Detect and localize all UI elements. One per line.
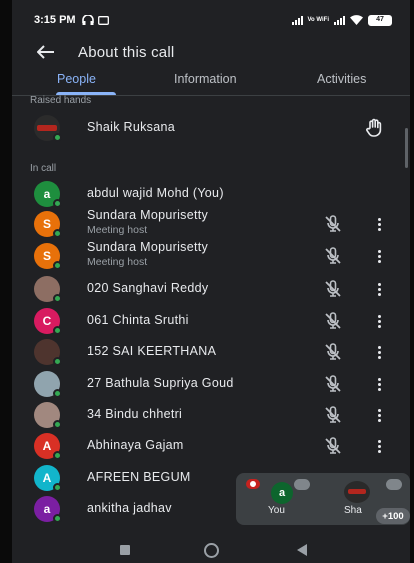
participant-count-badge: +100 [376,508,410,524]
device-frame-left [0,0,12,563]
participant-name: 061 Chinta Sruthi [87,313,189,327]
pip-other-label: Sha [344,505,362,516]
participant-name: ankitha jadhav [87,501,172,515]
more-options-icon[interactable] [372,278,386,300]
recording-icon [246,479,260,489]
participant-row[interactable]: A Abhinaya Gajam [12,430,414,460]
arrow-back-icon [37,45,54,59]
signal-icon-2 [334,15,345,25]
participant-row[interactable]: C 061 Chinta Sruthi [12,305,414,335]
participant-role: Meeting host [87,256,148,268]
tab-people[interactable]: People [57,72,96,86]
mic-off-icon [322,213,344,235]
mic-off-icon [322,310,344,332]
signal-icon [291,15,303,25]
cast-icon [97,15,109,25]
device-frame-right [410,0,414,563]
more-options-icon[interactable] [372,245,386,267]
participant-row[interactable]: a abdul wajid Mohd (You) [12,178,414,208]
home-button[interactable] [204,543,219,558]
mic-off-icon [322,373,344,395]
page-title: About this call [78,43,175,61]
picture-in-picture-preview[interactable]: a You Sha +100 [236,473,410,525]
more-options-icon[interactable] [372,435,386,457]
participant-name: Sundara Mopurisetty [87,208,209,222]
mic-off-icon [322,245,344,267]
participant-name: Sundara Mopurisetty [87,240,209,254]
more-options-icon[interactable] [372,310,386,332]
avatar [34,339,62,366]
avatar [34,115,62,142]
participant-role: Meeting host [87,224,148,236]
mic-off-icon [294,479,310,490]
call-details-screen: 3:15 PM Vo WiFi 47 About this call Peopl… [12,0,414,563]
avatar: A [34,465,62,492]
avatar: a [34,181,62,208]
avatar: S [34,243,62,270]
navigation-bar [12,537,414,563]
in-call-heading: In call [30,163,57,174]
participant-name: AFREEN BEGUM [87,470,191,484]
participant-row[interactable]: S Sundara Mopurisetty Meeting host [12,240,414,270]
participant-name: 27 Bathula Supriya Goud [87,376,234,390]
avatar [34,276,62,303]
avatar [34,371,62,398]
avatar: S [34,211,62,238]
raised-hands-heading: Raised hands [30,95,92,106]
battery-icon: 47 [368,14,392,26]
participant-row[interactable]: S Sundara Mopurisetty Meeting host [12,208,414,238]
headphones-icon [81,15,94,25]
participant-name: abdul wajid Mohd (You) [87,186,224,200]
more-options-icon[interactable] [372,404,386,426]
raised-hand-icon [366,118,382,137]
tab-bar: People Information Activities [12,66,414,96]
scrollbar[interactable] [405,128,408,168]
more-options-icon[interactable] [372,213,386,235]
more-options-icon[interactable] [372,341,386,363]
tab-activities[interactable]: Activities [317,72,366,86]
participant-name: 152 SAI KEERTHANA [87,344,217,358]
status-time: 3:15 PM [34,14,76,26]
participant-row[interactable]: 27 Bathula Supriya Goud [12,368,414,398]
avatar: a [34,496,62,523]
tab-information[interactable]: Information [174,72,237,86]
more-options-icon[interactable] [372,373,386,395]
participant-name: Abhinaya Gajam [87,438,184,452]
mic-off-icon [322,404,344,426]
raised-hand-row[interactable]: Shaik Ruksana [12,113,414,143]
avatar: a [271,482,293,504]
volte-label: Vo WiFi [307,17,330,23]
mic-off-icon [386,479,402,490]
participant-name: 34 Bindu chhetri [87,407,183,421]
participant-row[interactable]: 020 Sanghavi Reddy [12,273,414,303]
mic-off-icon [322,341,344,363]
participant-row[interactable]: 152 SAI KEERTHANA [12,336,414,366]
avatar [344,481,370,503]
back-nav-button[interactable] [297,544,307,556]
wifi-icon [350,15,363,25]
participant-name: 020 Sanghavi Reddy [87,281,209,295]
recents-button[interactable] [120,545,130,555]
participant-name: Shaik Ruksana [87,120,175,134]
avatar: A [34,433,62,460]
avatar: C [34,308,62,335]
participant-row[interactable]: 34 Bindu chhetri [12,399,414,429]
mic-off-icon [322,435,344,457]
avatar [34,402,62,429]
pip-you-label: You [268,505,285,516]
mic-off-icon [322,278,344,300]
